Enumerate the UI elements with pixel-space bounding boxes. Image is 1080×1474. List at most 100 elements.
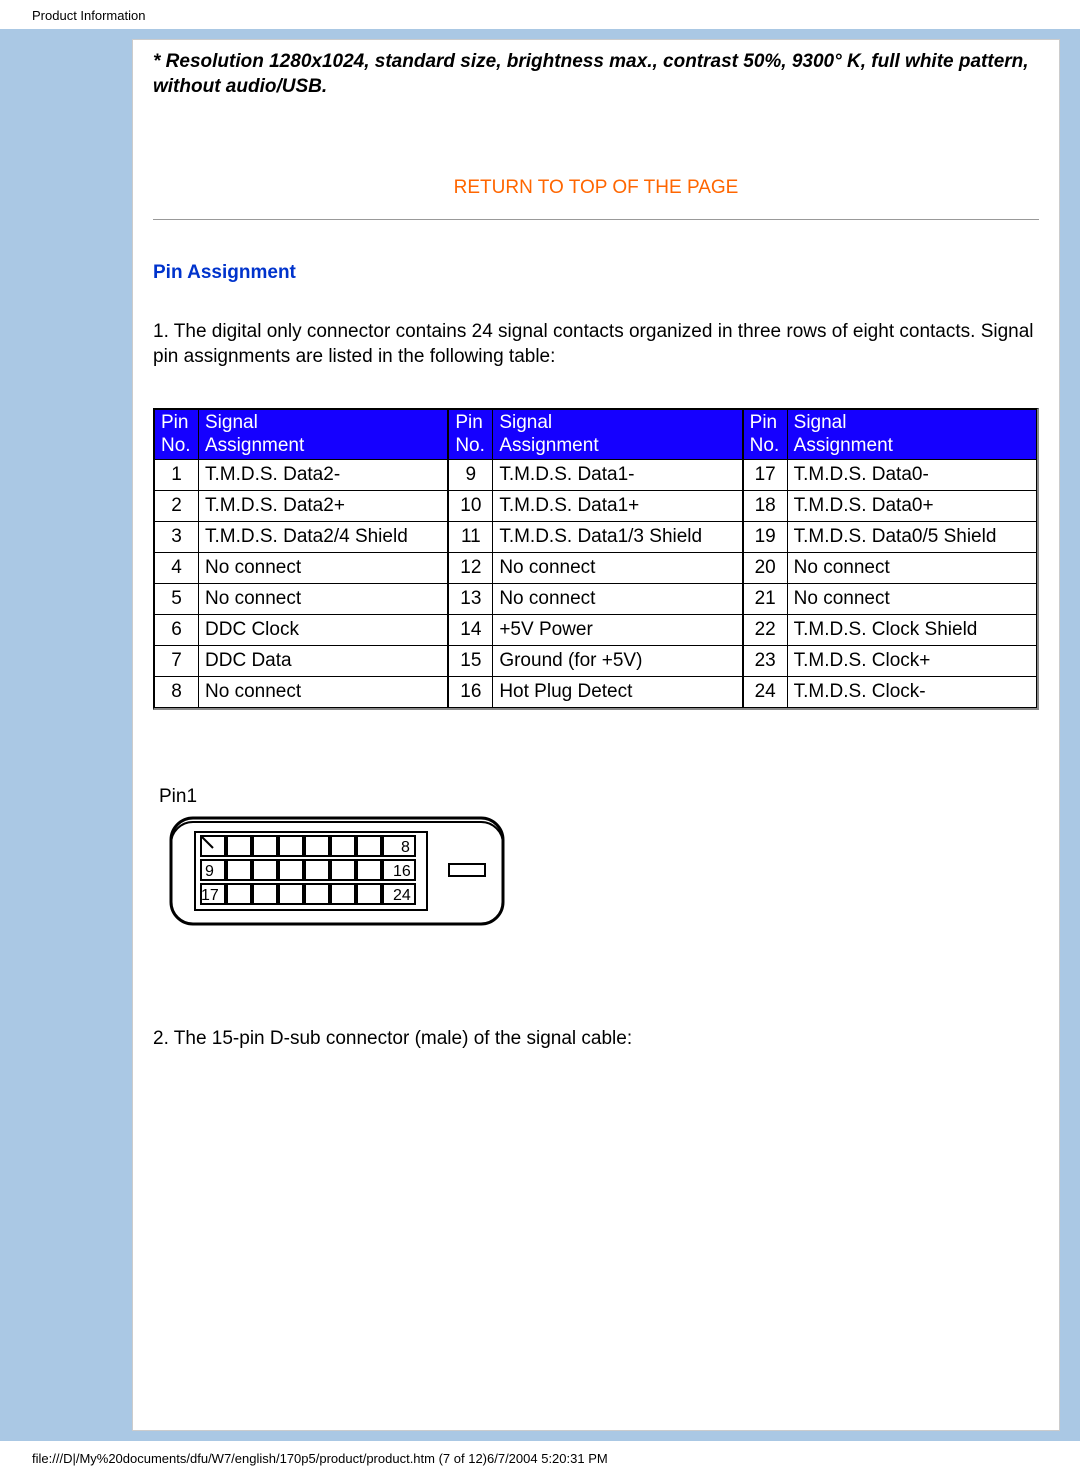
svg-text:16: 16	[393, 863, 411, 880]
signal-cell: T.M.D.S. Data0/5 Shield	[787, 522, 1036, 553]
pin-number-cell: 20	[743, 553, 787, 584]
table-row: 3T.M.D.S. Data2/4 Shield	[155, 522, 448, 553]
table-row: 13No connect	[449, 584, 742, 615]
pin-table-1-body: 1T.M.D.S. Data2-2T.M.D.S. Data2+3T.M.D.S…	[155, 460, 448, 708]
signal-cell: T.M.D.S. Data1+	[493, 491, 742, 522]
signal-cell: No connect	[493, 584, 742, 615]
pin-number-cell: 18	[743, 491, 787, 522]
dvi-connector-diagram: Pin1 8 9 16	[153, 784, 1039, 959]
pin-number-cell: 3	[155, 522, 199, 553]
resolution-note: * Resolution 1280x1024, standard size, b…	[153, 50, 1039, 99]
table-row: 21No connect	[743, 584, 1036, 615]
svg-text:8: 8	[401, 839, 410, 856]
pin-number-cell: 13	[449, 584, 493, 615]
table-row: 17T.M.D.S. Data0-	[743, 460, 1036, 491]
pin-table-2-body: 9T.M.D.S. Data1-10T.M.D.S. Data1+11T.M.D…	[449, 460, 742, 708]
pin-number-cell: 16	[449, 677, 493, 708]
table-row: 22T.M.D.S. Clock Shield	[743, 615, 1036, 646]
pin-number-cell: 7	[155, 646, 199, 677]
th-signal: SignalAssignment	[787, 409, 1036, 460]
pin-number-cell: 6	[155, 615, 199, 646]
signal-cell: DDC Data	[199, 646, 448, 677]
pin-number-cell: 4	[155, 553, 199, 584]
pin-number-cell: 5	[155, 584, 199, 615]
signal-cell: T.M.D.S. Data1/3 Shield	[493, 522, 742, 553]
signal-cell: No connect	[493, 553, 742, 584]
table-row: 1T.M.D.S. Data2-	[155, 460, 448, 491]
pin-number-cell: 9	[449, 460, 493, 491]
signal-cell: T.M.D.S. Clock-	[787, 677, 1036, 708]
pin-number-cell: 8	[155, 677, 199, 708]
section-divider	[153, 219, 1039, 220]
signal-cell: T.M.D.S. Data2-	[199, 460, 448, 491]
th-pin-no: PinNo.	[449, 409, 493, 460]
th-pin-no: PinNo.	[155, 409, 199, 460]
signal-cell: T.M.D.S. Clock Shield	[787, 615, 1036, 646]
table-row: 14+5V Power	[449, 615, 742, 646]
signal-cell: No connect	[787, 584, 1036, 615]
table-row: 11T.M.D.S. Data1/3 Shield	[449, 522, 742, 553]
pin-number-cell: 22	[743, 615, 787, 646]
signal-cell: T.M.D.S. Data2/4 Shield	[199, 522, 448, 553]
table-row: 24T.M.D.S. Clock-	[743, 677, 1036, 708]
pin-table-3: PinNo. SignalAssignment 17T.M.D.S. Data0…	[743, 409, 1037, 709]
section-title: Pin Assignment	[153, 262, 1039, 284]
signal-cell: T.M.D.S. Data0+	[787, 491, 1036, 522]
page-header-text: Product Information	[0, 0, 1080, 29]
pin-number-cell: 1	[155, 460, 199, 491]
signal-cell: T.M.D.S. Data2+	[199, 491, 448, 522]
table-row: 2T.M.D.S. Data2+	[155, 491, 448, 522]
pin-number-cell: 19	[743, 522, 787, 553]
table-row: 7DDC Data	[155, 646, 448, 677]
table-row: 4No connect	[155, 553, 448, 584]
signal-cell: T.M.D.S. Data0-	[787, 460, 1036, 491]
main-content: * Resolution 1280x1024, standard size, b…	[132, 39, 1060, 1431]
table-row: 16Hot Plug Detect	[449, 677, 742, 708]
signal-cell: +5V Power	[493, 615, 742, 646]
table-row: 10T.M.D.S. Data1+	[449, 491, 742, 522]
svg-text:9: 9	[205, 863, 214, 880]
return-to-top-link[interactable]: RETURN TO TOP OF THE PAGE	[153, 177, 1039, 199]
th-signal: SignalAssignment	[199, 409, 448, 460]
table-row: 18T.M.D.S. Data0+	[743, 491, 1036, 522]
signal-cell: No connect	[199, 553, 448, 584]
table-row: 12No connect	[449, 553, 742, 584]
signal-cell: T.M.D.S. Data1-	[493, 460, 742, 491]
svg-text:24: 24	[393, 887, 411, 904]
th-pin-no: PinNo.	[743, 409, 787, 460]
pin1-label: Pin1	[159, 786, 197, 807]
page-footer-path: file:///D|/My%20documents/dfu/W7/english…	[0, 1441, 1080, 1474]
pin-number-cell: 23	[743, 646, 787, 677]
signal-cell: Ground (for +5V)	[493, 646, 742, 677]
pin-number-cell: 12	[449, 553, 493, 584]
table-row: 15Ground (for +5V)	[449, 646, 742, 677]
outro-paragraph: 2. The 15-pin D-sub connector (male) of …	[153, 1027, 1039, 1052]
th-signal: SignalAssignment	[493, 409, 742, 460]
pin-number-cell: 14	[449, 615, 493, 646]
pin-table-1: PinNo. SignalAssignment 1T.M.D.S. Data2-…	[154, 409, 448, 709]
pin-number-cell: 17	[743, 460, 787, 491]
table-row: 9T.M.D.S. Data1-	[449, 460, 742, 491]
signal-cell: T.M.D.S. Clock+	[787, 646, 1036, 677]
content-outer-band: * Resolution 1280x1024, standard size, b…	[0, 29, 1080, 1441]
pin-table-2: PinNo. SignalAssignment 9T.M.D.S. Data1-…	[448, 409, 742, 709]
table-row: 19T.M.D.S. Data0/5 Shield	[743, 522, 1036, 553]
pin-assignment-tables: PinNo. SignalAssignment 1T.M.D.S. Data2-…	[153, 408, 1039, 711]
pin-number-cell: 21	[743, 584, 787, 615]
table-row: 5No connect	[155, 584, 448, 615]
signal-cell: No connect	[787, 553, 1036, 584]
signal-cell: DDC Clock	[199, 615, 448, 646]
intro-paragraph: 1. The digital only connector contains 2…	[153, 320, 1039, 369]
table-row: 23T.M.D.S. Clock+	[743, 646, 1036, 677]
table-row: 20No connect	[743, 553, 1036, 584]
pin-number-cell: 24	[743, 677, 787, 708]
svg-text:17: 17	[201, 887, 219, 904]
table-row: 6DDC Clock	[155, 615, 448, 646]
pin-number-cell: 11	[449, 522, 493, 553]
pin-table-3-body: 17T.M.D.S. Data0-18T.M.D.S. Data0+19T.M.…	[743, 460, 1036, 708]
pin-number-cell: 10	[449, 491, 493, 522]
pin-number-cell: 2	[155, 491, 199, 522]
table-row: 8No connect	[155, 677, 448, 708]
signal-cell: No connect	[199, 677, 448, 708]
signal-cell: Hot Plug Detect	[493, 677, 742, 708]
